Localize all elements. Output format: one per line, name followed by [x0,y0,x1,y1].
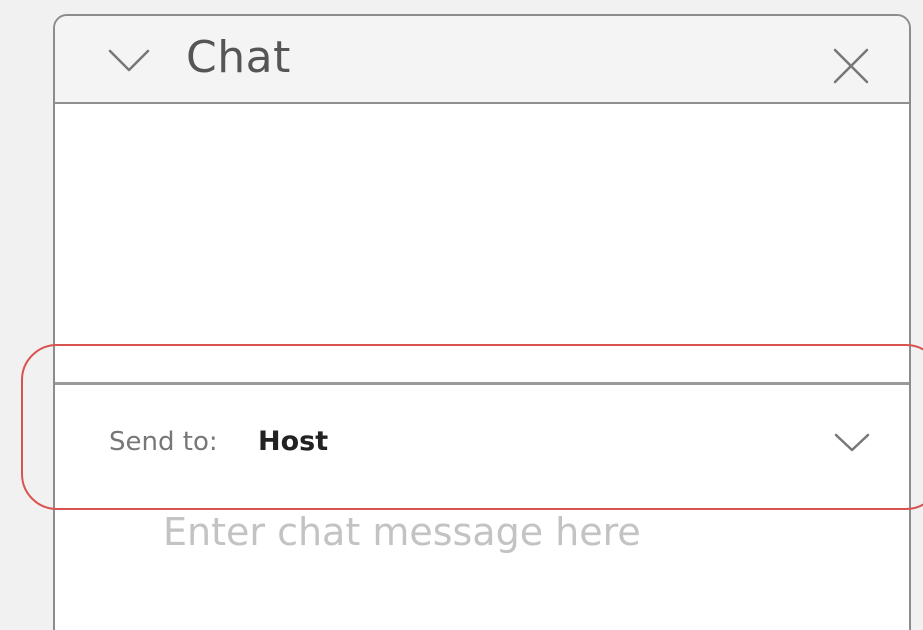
close-chat-button[interactable] [829,44,873,88]
chevron-down-icon [834,433,870,452]
chat-header: Chat [55,16,909,104]
chevron-down-icon [108,49,150,72]
chat-title: Chat [186,32,291,83]
send-to-label: Send to: [109,427,218,457]
collapse-chat-button[interactable] [107,40,151,80]
chat-panel: Chat Send to: Host [53,14,911,630]
send-to-dropdown[interactable]: Send to: Host [55,385,909,493]
send-to-selected-value: Host [258,426,329,457]
chat-message-input[interactable] [151,506,875,558]
chat-message-list[interactable] [55,104,909,384]
screenshot-stage: Chat Send to: Host [0,0,923,630]
close-icon [833,48,869,84]
